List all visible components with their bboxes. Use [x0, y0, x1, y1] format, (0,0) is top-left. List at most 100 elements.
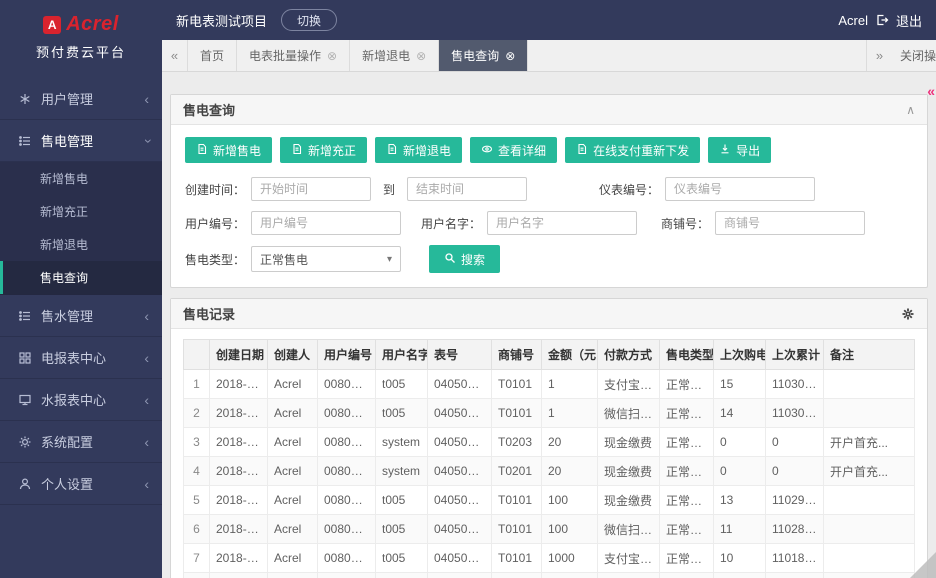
tabs-scroll-left-button[interactable]: «: [162, 40, 188, 71]
search-button[interactable]: 搜索: [429, 245, 500, 273]
add-refund-button[interactable]: 新增退电: [375, 137, 462, 163]
close-operations-menu[interactable]: 关闭操: [892, 40, 936, 71]
tab-meter-batch[interactable]: 电表批量操作 ⊗: [237, 40, 350, 71]
cell-index: 6: [184, 515, 210, 544]
doc-icon: [291, 143, 303, 158]
cell-user-no: 0080029: [318, 428, 376, 457]
sidebar-subitem-add-refund[interactable]: 新增退电: [0, 228, 162, 261]
export-button[interactable]: 导出: [708, 137, 771, 163]
collapse-panel-icon[interactable]: ∧: [906, 103, 915, 117]
online-pay-reissue-button[interactable]: 在线支付重新下发: [565, 137, 700, 163]
sale-type-select[interactable]: 正常售电 ▾: [251, 246, 401, 272]
table-row[interactable]: 7 2018-08-... Acrel 0080024 t005 0405010…: [184, 544, 915, 573]
table-row[interactable]: 3 2018-08-... Acrel 0080029 system 04050…: [184, 428, 915, 457]
tab-home[interactable]: 首页: [188, 40, 237, 71]
doc-icon: [386, 143, 398, 158]
button-label: 新增充正: [308, 142, 356, 159]
sale-mgmt-submenu: 新增售电 新增充正 新增退电 售电查询: [0, 162, 162, 295]
cell-create-date: 2018-08-...: [210, 486, 268, 515]
shop-no-input[interactable]: [715, 211, 865, 235]
add-sale-button[interactable]: 新增售电: [185, 137, 272, 163]
close-tab-icon[interactable]: ⊗: [416, 50, 426, 62]
doc-icon: [196, 143, 208, 158]
tab-label: 新增退电: [362, 47, 410, 64]
logout-icon[interactable]: [875, 13, 889, 27]
sidebar-item-water-sale[interactable]: 售水管理 ‹: [0, 295, 162, 337]
tab-label: 电表批量操作: [249, 47, 321, 64]
sale-type-value: 正常售电: [260, 251, 308, 268]
col-header-user-name: 用户名字: [376, 340, 428, 370]
current-user: Acrel: [838, 13, 868, 28]
close-tab-icon[interactable]: ⊗: [505, 50, 515, 62]
table-row[interactable]: 8 2018-08-... Acrel 0080024 t005 0405010…: [184, 573, 915, 578]
sidebar-item-label: 系统配置: [41, 432, 144, 451]
filter-row-3: 售电类型： 正常售电 ▾ 搜索: [185, 245, 913, 273]
tab-bar: « 首页 电表批量操作 ⊗ 新增退电 ⊗ 售电查询 ⊗ » 关闭操: [162, 40, 936, 72]
to-label: 到: [383, 181, 395, 198]
table-row[interactable]: 4 2018-08-... Acrel 0080029 system 04050…: [184, 457, 915, 486]
cell-payment: 现金缴费: [598, 486, 660, 515]
grid-icon: [18, 351, 32, 365]
sale-records-table: 创建日期 创建人 用户编号 用户名字 表号 商铺号 金额（元 付款方式 售电类型…: [183, 339, 915, 578]
cell-shop-no: T0101: [492, 486, 542, 515]
cell-last-total: 1102981...: [766, 486, 824, 515]
col-header-sale-type: 售电类型: [660, 340, 714, 370]
tab-add-refund[interactable]: 新增退电 ⊗: [350, 40, 439, 71]
sidebar-item-user-mgmt[interactable]: 用户管理 ‹: [0, 78, 162, 120]
col-header-create-date: 创建日期: [210, 340, 268, 370]
sidebar-subitem-add-sale[interactable]: 新增售电: [0, 162, 162, 195]
header-user-area: Acrel 退出: [838, 11, 922, 30]
chevron-left-icon: ‹: [144, 477, 149, 491]
meter-no-input[interactable]: [665, 177, 815, 201]
submenu-item-label: 新增售电: [40, 170, 88, 187]
cell-creator: Acrel: [268, 428, 318, 457]
cell-user-name: t005: [376, 399, 428, 428]
cell-remark: [824, 486, 915, 515]
start-time-input[interactable]: [251, 177, 371, 201]
logout-link[interactable]: 退出: [896, 11, 922, 30]
sale-query-panel-body: 新增售电 新增充正 新增退电 查看详细: [171, 125, 927, 287]
close-tab-icon[interactable]: ⊗: [327, 50, 337, 62]
add-correction-button[interactable]: 新增充正: [280, 137, 367, 163]
cell-remark: [824, 515, 915, 544]
table-row[interactable]: 1 2018-08-... Acrel 0080024 t005 0405010…: [184, 370, 915, 399]
tabbar-right-tools: » 关闭操: [866, 40, 936, 71]
table-row[interactable]: 6 2018-08-... Acrel 0080024 t005 0405010…: [184, 515, 915, 544]
sidebar-item-system-config[interactable]: 系统配置 ‹: [0, 421, 162, 463]
view-detail-button[interactable]: 查看详细: [470, 137, 557, 163]
main-column: 新电表测试项目 切换 Acrel 退出 « 首页 电表批量操作 ⊗ 新增退电 ⊗: [162, 0, 936, 578]
table-row[interactable]: 5 2018-08-... Acrel 0080024 t005 0405010…: [184, 486, 915, 515]
cell-sale-type: 正常售电: [660, 544, 714, 573]
table-row[interactable]: 2 2018-08-... Acrel 0080024 t005 0405010…: [184, 399, 915, 428]
user-no-input[interactable]: [251, 211, 401, 235]
button-label: 导出: [736, 142, 760, 159]
switch-project-button[interactable]: 切换: [281, 9, 337, 31]
cell-user-name: t005: [376, 544, 428, 573]
cell-last-purchase: 11: [714, 515, 766, 544]
cell-meter-no: 0405010...: [428, 370, 492, 399]
content-area: 售电查询 ∧ 新增售电 新增充正: [162, 72, 936, 578]
sidebar-subitem-sale-query[interactable]: 售电查询: [0, 261, 162, 294]
tab-sale-query[interactable]: 售电查询 ⊗: [439, 40, 528, 71]
chevron-left-icon: ‹: [144, 435, 149, 449]
cell-index: 4: [184, 457, 210, 486]
sidebar-item-w-report[interactable]: 水报表中心 ‹: [0, 379, 162, 421]
sidebar-item-sale-mgmt[interactable]: 售电管理 ‹: [0, 120, 162, 162]
cell-amount: 100: [542, 515, 598, 544]
sidebar-item-personal[interactable]: 个人设置 ‹: [0, 463, 162, 505]
user-no-label: 用户编号：: [185, 215, 245, 232]
cell-amount: 20: [542, 457, 598, 486]
tabs-scroll-right-button[interactable]: »: [866, 40, 892, 71]
cell-create-date: 2018-08-...: [210, 573, 268, 578]
col-header-meter-no: 表号: [428, 340, 492, 370]
cell-last-purchase: 0: [714, 428, 766, 457]
sidebar-subitem-add-correction[interactable]: 新增充正: [0, 195, 162, 228]
end-time-input[interactable]: [407, 177, 527, 201]
table-settings-gear-icon[interactable]: [901, 307, 915, 321]
download-icon: [719, 143, 731, 158]
action-button-row: 新增售电 新增充正 新增退电 查看详细: [185, 137, 913, 163]
panel-slide-toggle-icon[interactable]: «: [927, 84, 935, 98]
platform-name: 预付费云平台: [0, 42, 162, 61]
sidebar-item-e-report[interactable]: 电报表中心 ‹: [0, 337, 162, 379]
user-name-input[interactable]: [487, 211, 637, 235]
